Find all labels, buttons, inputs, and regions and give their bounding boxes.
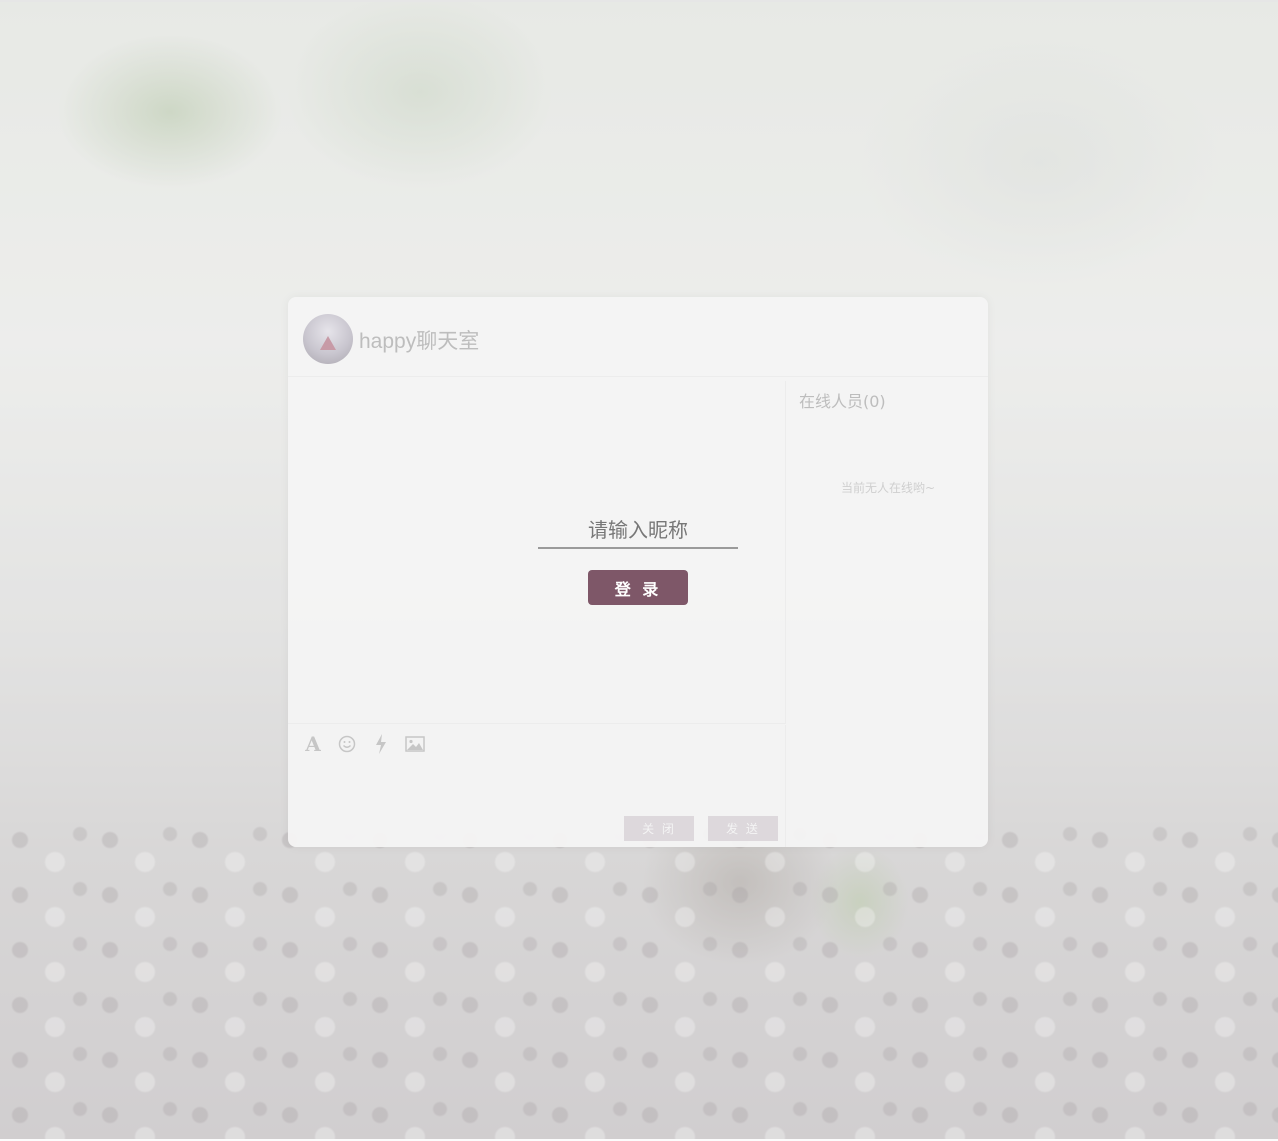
message-area: 登 录 xyxy=(288,381,786,724)
send-button[interactable]: 发 送 xyxy=(708,816,778,841)
input-toolbar: A 关 闭 发 送 xyxy=(288,725,786,847)
online-empty-text: 当前无人在线哟~ xyxy=(840,481,936,495)
avatar xyxy=(303,314,353,364)
emoji-icon[interactable] xyxy=(336,733,358,755)
image-icon[interactable] xyxy=(404,733,426,755)
online-title: 在线人员(0) xyxy=(799,392,886,411)
online-panel: 在线人员(0) 当前无人在线哟~ xyxy=(788,381,988,847)
font-icon[interactable]: A xyxy=(302,732,324,756)
chat-window: happy聊天室 登 录 A 关 闭 发 xyxy=(288,297,988,847)
avatar-figure xyxy=(320,336,336,350)
chat-title: happy聊天室 xyxy=(359,330,480,353)
login-button[interactable]: 登 录 xyxy=(588,570,688,605)
close-button[interactable]: 关 闭 xyxy=(624,816,694,841)
flash-icon[interactable] xyxy=(370,733,392,755)
chat-header: happy聊天室 xyxy=(288,297,988,377)
nickname-input[interactable] xyxy=(538,513,738,549)
